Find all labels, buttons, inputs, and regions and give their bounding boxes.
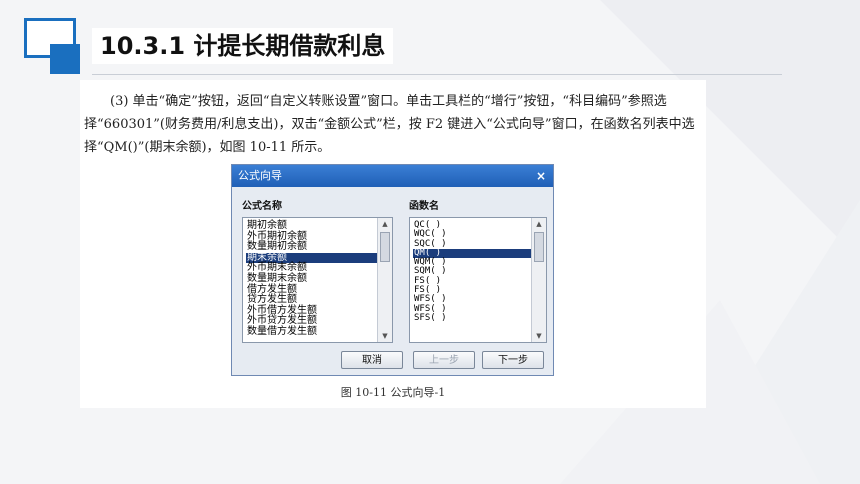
formula-list-scrollbar[interactable]: ▲ ▼ <box>377 218 392 342</box>
close-icon[interactable]: × <box>536 165 546 187</box>
slide-title: 10.3.1 计提长期借款利息 <box>92 28 394 64</box>
formula-item[interactable]: 数量期末余额 <box>246 273 392 285</box>
function-list-scrollbar[interactable]: ▲ ▼ <box>531 218 546 342</box>
formula-item[interactable]: 数量借方发生额 <box>246 326 392 338</box>
formula-item[interactable]: 期初余额 <box>246 220 392 232</box>
function-item[interactable]: SFS( ) <box>413 313 546 323</box>
scroll-thumb[interactable] <box>534 232 544 262</box>
formula-wizard-dialog: 公式向导 × 公式名称 函数名 期初余额 外币期初余额 数量期初余额 期末余额 外币期末… <box>231 164 554 376</box>
document-image: (3) 单击“确定”按钮，返回“自定义转账设置”窗口。单击工具栏的“增行”按钮，… <box>80 80 706 408</box>
dialog-title: 公式向导 <box>238 169 282 182</box>
scroll-up-icon[interactable]: ▲ <box>378 218 392 230</box>
next-step-button[interactable]: 下一步 <box>482 351 544 369</box>
formula-name-list[interactable]: 期初余额 外币期初余额 数量期初余额 期末余额 外币期末余额 数量期末余额 借方发生额 贷方发… <box>242 217 393 343</box>
figure-caption: 图 10-11 公式向导-1 <box>340 386 446 399</box>
scroll-down-icon[interactable]: ▼ <box>532 330 546 342</box>
title-divider <box>92 74 782 75</box>
cancel-button[interactable]: 取消 <box>341 351 403 369</box>
function-name-label: 函数名 <box>409 201 439 212</box>
dialog-titlebar: 公式向导 × <box>232 165 553 187</box>
formula-name-label: 公式名称 <box>242 201 282 212</box>
scroll-thumb[interactable] <box>380 232 390 262</box>
document-paragraph: (3) 单击“确定”按钮，返回“自定义转账设置”窗口。单击工具栏的“增行”按钮，… <box>84 94 695 155</box>
scroll-down-icon[interactable]: ▼ <box>378 330 392 342</box>
previous-step-button[interactable]: 上一步 <box>413 351 475 369</box>
title-accent-square <box>50 44 80 74</box>
scroll-up-icon[interactable]: ▲ <box>532 218 546 230</box>
function-name-list[interactable]: QC( ) WQC( ) SQC( ) QM( ) WQM( ) SQM( ) FS( ) F… <box>409 217 547 343</box>
